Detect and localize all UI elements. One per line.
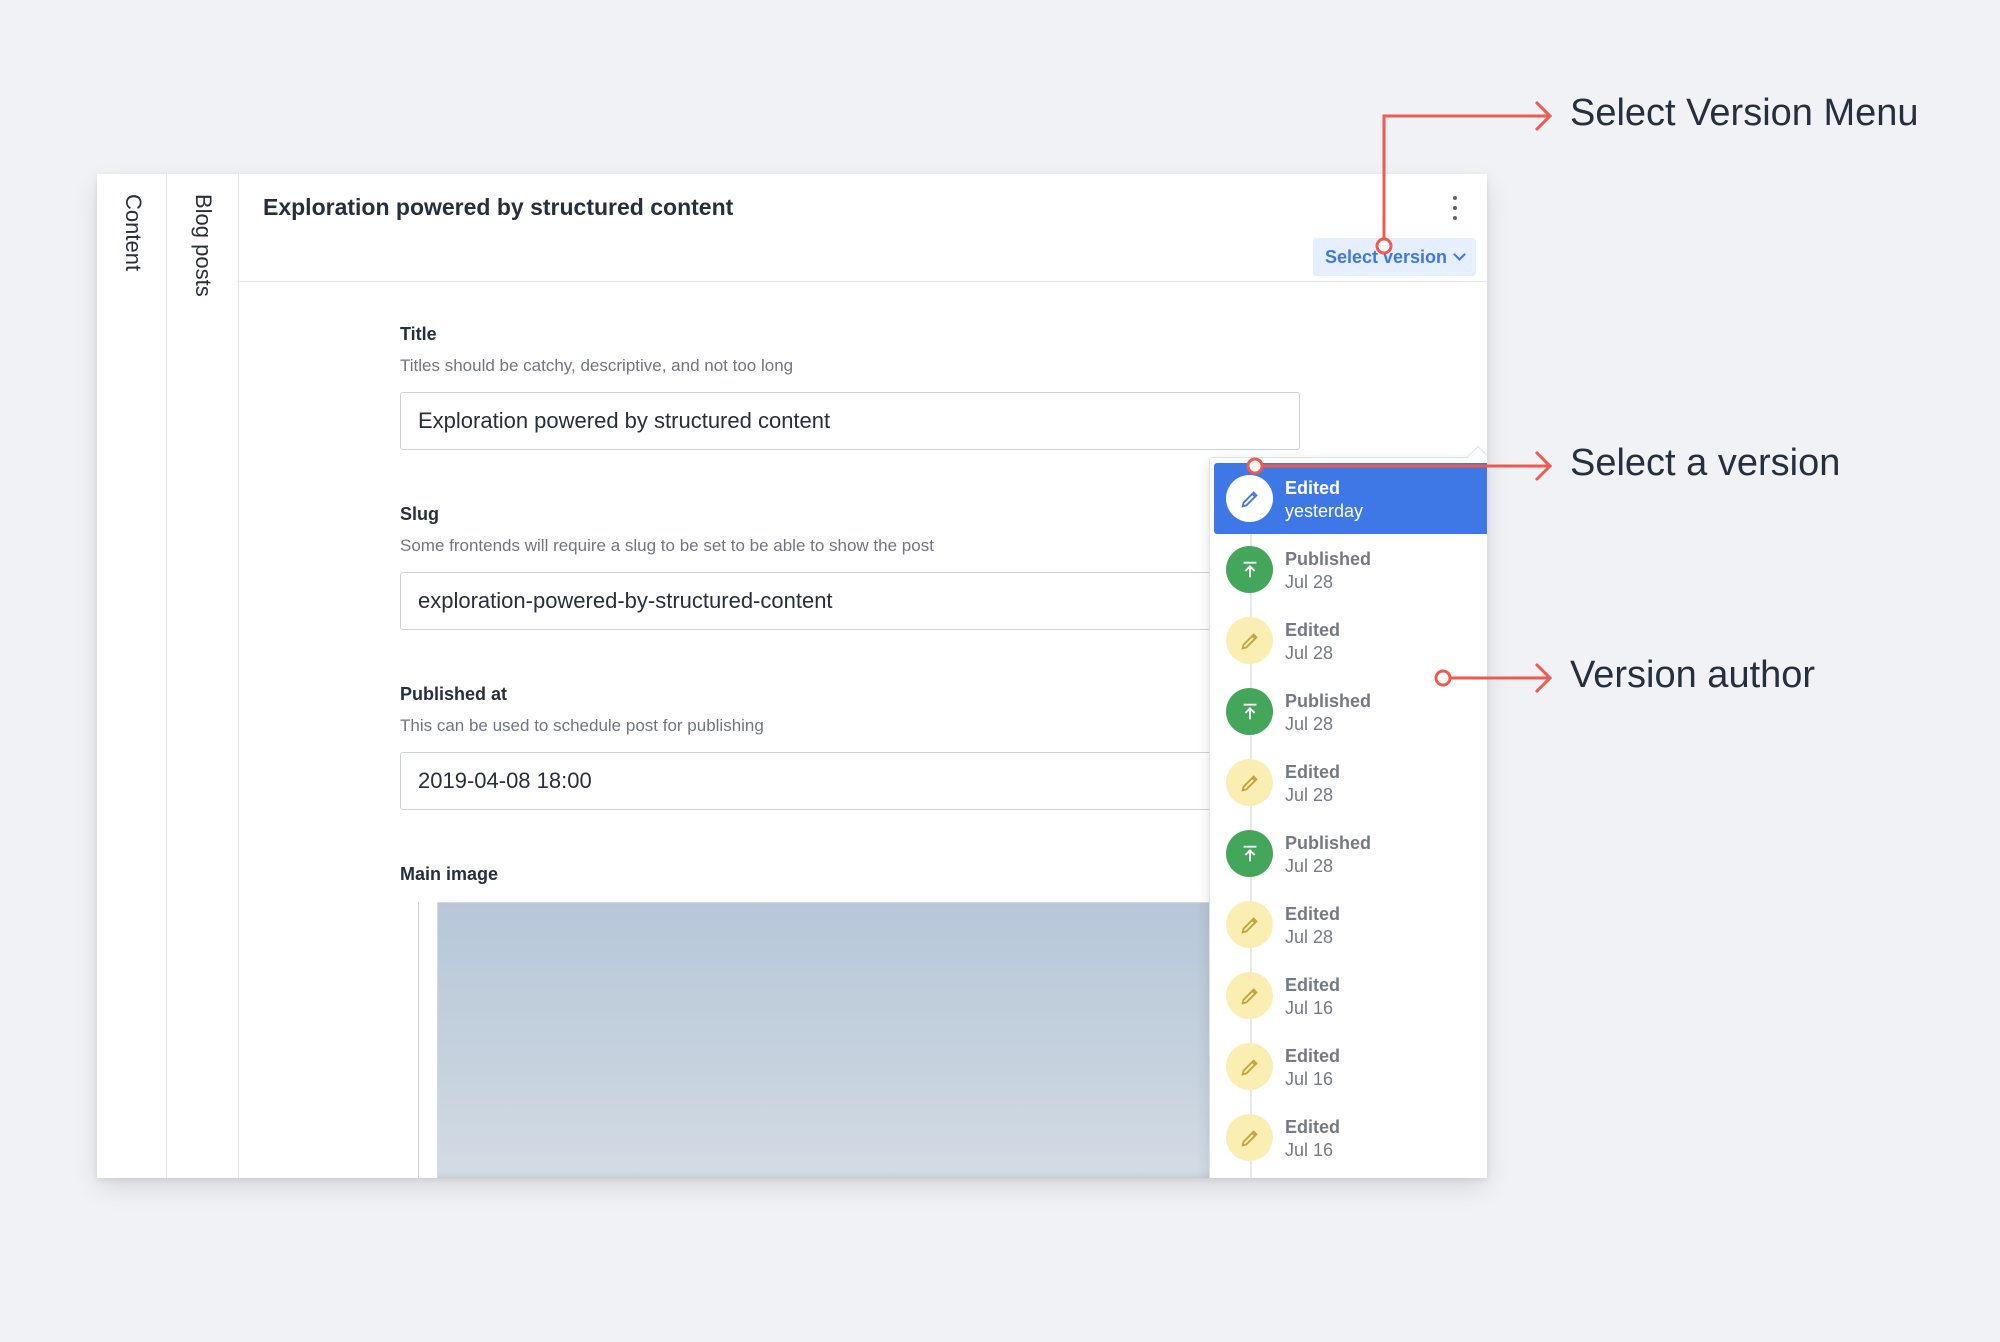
version-status: Edited: [1285, 1046, 1341, 1066]
field-label: Slug: [400, 504, 439, 524]
version-text: Edited Jul 28: [1285, 619, 1340, 665]
version-date: Jul 28: [1285, 927, 1334, 947]
version-text: Edited Jul 16: [1285, 1116, 1340, 1162]
publish-icon: [1226, 688, 1273, 735]
publish-icon: [1226, 830, 1273, 877]
version-status: Published: [1285, 833, 1372, 853]
chevron-down-icon: [1453, 248, 1466, 261]
callout-version-author: Version author: [1570, 654, 1816, 696]
version-item[interactable]: Edited Jul 28: [1214, 605, 1487, 676]
field-description: Some frontends will require a slug to be…: [400, 536, 934, 555]
version-status: Edited: [1285, 762, 1341, 782]
version-date: Jul 28: [1285, 785, 1334, 805]
version-text: Edited yesterday: [1285, 477, 1363, 523]
version-status: Published: [1285, 549, 1372, 569]
pane-content-label: Content: [121, 194, 146, 272]
field-description: This can be used to schedule post for pu…: [400, 716, 764, 735]
version-item[interactable]: Edited yesterday: [1214, 463, 1487, 534]
version-item[interactable]: Published Jul 28: [1214, 534, 1487, 605]
studio-window: Content Blog posts Exploration powered b…: [97, 174, 1487, 1178]
main-image-container: [418, 902, 1328, 1178]
version-status: Edited: [1285, 904, 1341, 924]
version-status: Edited: [1285, 620, 1341, 640]
version-text: Edited Jul 28: [1285, 903, 1340, 949]
version-status: Edited: [1285, 1117, 1341, 1137]
version-date: Jul 28: [1285, 714, 1334, 734]
version-text: Published Jul 28: [1285, 548, 1371, 594]
version-date: Jul 16: [1285, 1069, 1334, 1089]
field-label: Title: [400, 324, 437, 344]
callout-select-version-menu: Select Version Menu: [1570, 92, 1919, 134]
arrow-head-icon: [1534, 100, 1553, 132]
version-text: Published Jul 28: [1285, 832, 1371, 878]
version-date: Jul 28: [1285, 643, 1334, 663]
select-version-label: Select version: [1324, 246, 1447, 267]
version-item[interactable]: EditedJul 15: [1214, 1173, 1487, 1178]
slug-field: Slug Some frontends will require a slug …: [400, 504, 1300, 630]
version-status: Edited: [1285, 478, 1341, 498]
version-status: Published: [1285, 691, 1372, 711]
pencil-icon: [1226, 1043, 1273, 1090]
slug-input[interactable]: exploration-powered-by-structured-conten…: [400, 572, 1300, 630]
main-image-field: Main image: [400, 864, 1300, 885]
published-at-field: Published at This can be used to schedul…: [400, 684, 1300, 810]
title-input[interactable]: Exploration powered by structured conten…: [400, 392, 1300, 450]
version-text: Edited Jul 16: [1285, 1045, 1340, 1091]
version-text: Published Jul 28: [1285, 690, 1371, 736]
document-header: Exploration powered by structured conten…: [239, 174, 1487, 282]
pencil-icon: [1226, 759, 1273, 806]
version-date: Jul 28: [1285, 572, 1334, 592]
arrow-head-icon: [1534, 450, 1553, 482]
version-status: Edited: [1285, 975, 1341, 995]
field-label: Published at: [400, 684, 508, 704]
version-text: Edited Jul 28: [1285, 761, 1340, 807]
version-date: yesterday: [1285, 501, 1364, 521]
title-field: Title Titles should be catchy, descripti…: [400, 324, 1300, 450]
version-item[interactable]: Edited Jul 28: [1214, 889, 1487, 960]
more-options-icon[interactable]: [1449, 194, 1461, 222]
version-text: Edited Jul 16: [1285, 974, 1340, 1020]
pencil-icon: [1226, 901, 1273, 948]
version-date: Jul 16: [1285, 1140, 1334, 1160]
version-item[interactable]: Published Jul 28: [1214, 818, 1487, 889]
select-version-menu: Edited yesterday Published Jul 28 Edited Jul …: [1209, 445, 1487, 1178]
arrow-head-icon: [1534, 662, 1553, 694]
pencil-icon: [1226, 617, 1273, 664]
version-item[interactable]: Edited Jul 16: [1214, 1031, 1487, 1102]
version-date: Jul 16: [1285, 998, 1334, 1018]
version-item[interactable]: Edited Jul 16: [1214, 960, 1487, 1031]
pencil-icon: [1226, 475, 1273, 522]
version-item[interactable]: Published Jul 28: [1214, 676, 1487, 747]
field-label: Main image: [400, 864, 499, 884]
select-version-button[interactable]: Select version: [1312, 238, 1476, 276]
version-date: Jul 28: [1285, 856, 1334, 876]
main-image-photo[interactable]: [437, 902, 1327, 1178]
pencil-icon: [1226, 972, 1273, 1019]
pane-blog-posts[interactable]: Blog posts: [167, 174, 239, 1178]
version-item[interactable]: Edited Jul 16: [1214, 1102, 1487, 1173]
pane-content[interactable]: Content: [97, 174, 167, 1178]
document-title: Exploration powered by structured conten…: [263, 194, 734, 220]
pencil-icon: [1226, 1114, 1273, 1161]
callout-select-a-version: Select a version: [1570, 442, 1841, 484]
published-at-input[interactable]: 2019-04-08 18:00: [400, 752, 1300, 810]
field-description: Titles should be catchy, descriptive, an…: [400, 356, 794, 375]
publish-icon: [1226, 546, 1273, 593]
pane-blog-posts-label: Blog posts: [191, 194, 216, 297]
version-item[interactable]: Edited Jul 28: [1214, 747, 1487, 818]
